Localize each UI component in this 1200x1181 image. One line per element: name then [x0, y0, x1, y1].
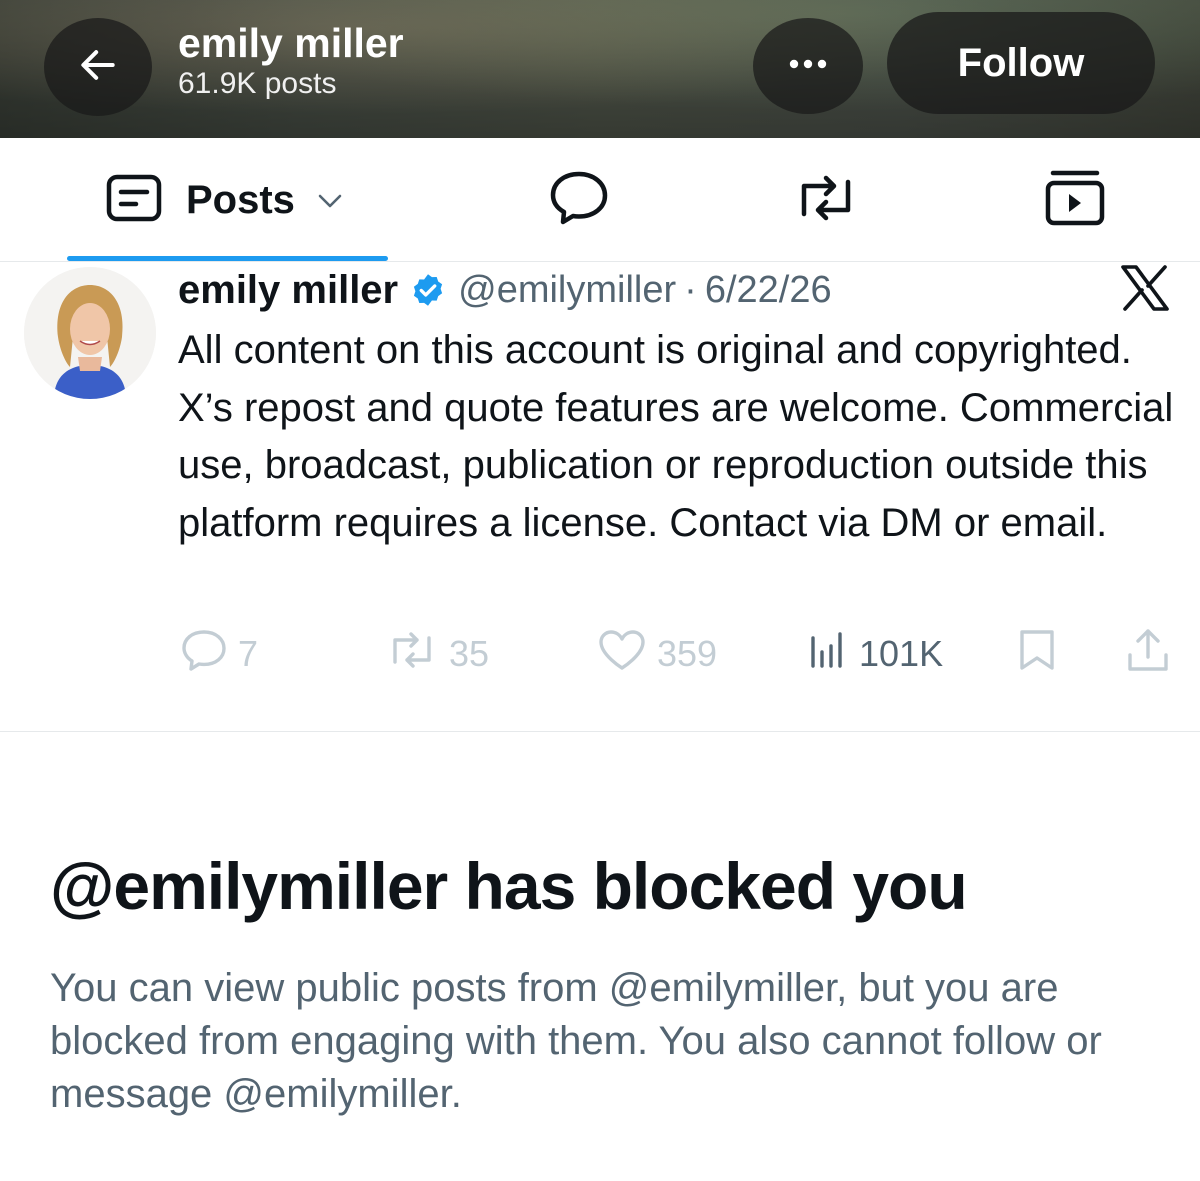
tab-replies[interactable]: [548, 138, 610, 262]
post-separator: ·: [684, 268, 697, 311]
video-media-icon: [1043, 168, 1107, 233]
profile-header: emily miller 61.9K posts Follow: [0, 0, 1200, 138]
reply-button[interactable]: 7: [180, 626, 258, 682]
more-horizontal-icon: [786, 57, 830, 75]
tab-reposts[interactable]: [790, 138, 862, 262]
reply-bubble-icon: [548, 169, 610, 232]
post-actions: 7 35 359 101K: [0, 626, 1200, 682]
bookmark-icon: [1016, 628, 1058, 681]
post-header: emily miller @emilymiller · 6/22/26: [178, 264, 832, 316]
repost-icon: [385, 630, 439, 679]
blocked-description: You can view public posts from @emilymil…: [50, 966, 1102, 1116]
heart-icon: [597, 628, 647, 681]
reply-count: 7: [238, 633, 259, 674]
back-button[interactable]: [44, 18, 152, 116]
header-name: emily miller: [178, 20, 404, 66]
share-button[interactable]: [1126, 626, 1170, 682]
x-logo-icon: [1120, 265, 1170, 316]
profile-tabs: Posts: [0, 138, 1200, 262]
tab-media[interactable]: [1043, 138, 1107, 262]
bookmark-button[interactable]: [1016, 626, 1058, 682]
posts-feed-icon: [106, 174, 162, 227]
more-options-button[interactable]: [753, 18, 863, 114]
post-date[interactable]: 6/22/26: [705, 269, 832, 312]
repost-count: 35: [449, 633, 490, 674]
follow-button[interactable]: Follow: [887, 12, 1155, 114]
header-post-count: 61.9K posts: [178, 67, 337, 100]
repost-button[interactable]: 35: [385, 626, 489, 682]
tab-posts[interactable]: Posts: [106, 138, 343, 262]
post-text: All content on this account is original …: [178, 328, 1174, 545]
section-divider: [0, 731, 1200, 732]
post-author-name[interactable]: emily miller: [178, 268, 398, 313]
views-button[interactable]: 101K: [807, 626, 943, 682]
active-tab-indicator: [67, 256, 388, 261]
like-count: 359: [657, 633, 718, 674]
bar-chart-icon: [807, 630, 849, 679]
reply-icon: [180, 628, 228, 681]
post-author-handle[interactable]: @emilymiller: [458, 269, 676, 312]
like-button[interactable]: 359: [597, 626, 717, 682]
repost-icon: [790, 172, 862, 229]
share-upload-icon: [1126, 627, 1170, 682]
verified-badge-icon: [410, 272, 446, 313]
chevron-down-icon[interactable]: [317, 193, 343, 214]
avatar[interactable]: [24, 267, 156, 399]
tab-posts-label: Posts: [186, 177, 295, 222]
arrow-left-icon: [76, 43, 120, 92]
blocked-title: @emilymiller has blocked you: [50, 849, 968, 923]
views-count: 101K: [859, 633, 944, 674]
header-title-block: emily miller 61.9K posts: [178, 20, 404, 102]
